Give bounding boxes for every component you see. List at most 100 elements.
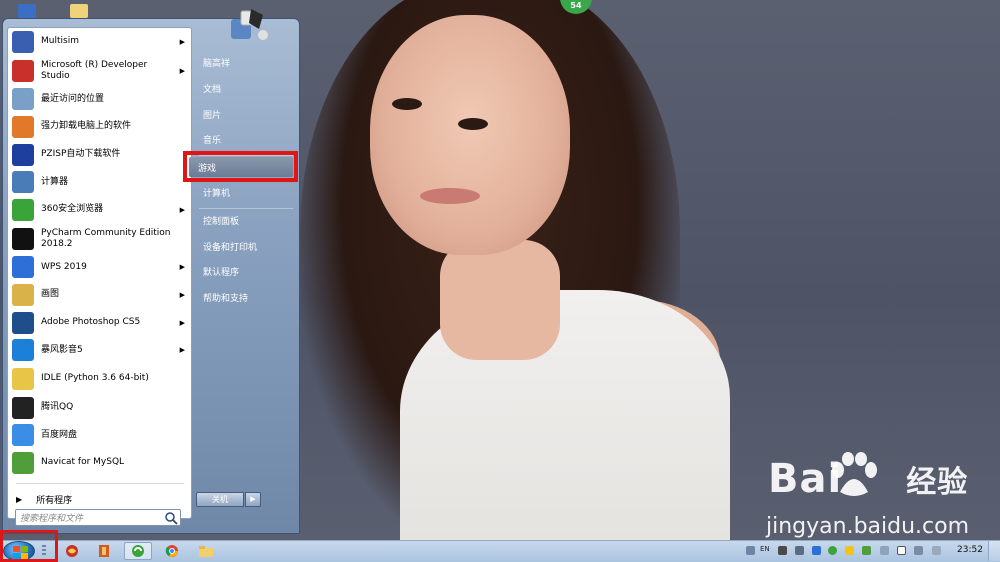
user-picture-icon[interactable] [223, 5, 271, 47]
photoshop-icon [12, 311, 34, 334]
calculator-icon [12, 171, 34, 194]
all-programs-label: 所有程序 [36, 495, 73, 506]
search-placeholder: 搜索程序和文件 [20, 514, 84, 524]
program-label: 强力卸载电脑上的软件 [41, 121, 132, 132]
places-default-programs[interactable]: 默认程序 [201, 262, 296, 284]
program-item[interactable]: IDLE (Python 3.6 64-bit) [8, 364, 191, 394]
program-item[interactable]: 360安全浏览器 ▶ [8, 196, 191, 224]
computer-desktop-icon[interactable] [18, 4, 36, 18]
pycharm-icon [12, 227, 34, 250]
taskbar-chrome[interactable] [158, 542, 186, 560]
places-help-support[interactable]: 帮助和支持 [201, 288, 296, 310]
program-label: PyCharm Community Edition 2018.2 [41, 227, 171, 249]
app-icon [99, 545, 109, 557]
program-label: 百度网盘 [41, 429, 78, 440]
program-item[interactable]: 计算器 [8, 168, 191, 196]
program-label: 暴风影音5 [41, 344, 83, 355]
tray-shield-icon[interactable] [862, 546, 871, 555]
tray-keyboard-icon[interactable] [795, 546, 804, 555]
program-item[interactable]: Adobe Photoshop CS5 ▶ [8, 309, 191, 337]
watermark-url: jingyan.baidu.com [766, 514, 970, 539]
watermark-brand: Bai [768, 456, 843, 502]
program-label: Microsoft (R) Developer Studio [41, 59, 148, 81]
program-item[interactable]: Navicat for MySQL [8, 449, 191, 477]
tray-microphone-icon[interactable] [778, 546, 787, 555]
start-menu-places-pane: 脑高祥 文档 图片 音乐 计算机 控制面板 设备和打印机 默认程序 帮助和支持 [193, 9, 299, 535]
wallpaper-neck [440, 240, 560, 360]
qq-icon [12, 396, 34, 419]
program-label: 最近访问的位置 [41, 93, 105, 104]
submenu-arrow-icon[interactable]: ▶ [180, 206, 185, 214]
taskbar-explorer[interactable] [192, 542, 220, 560]
places-pictures[interactable]: 图片 [201, 105, 296, 127]
paint-icon [12, 283, 34, 306]
tray-app-icon[interactable] [812, 546, 821, 555]
shutdown-options-button[interactable]: ▶ [245, 492, 261, 507]
wallpaper-eye-left [392, 98, 422, 110]
search-icon[interactable] [164, 511, 178, 525]
start-search-input[interactable]: 搜索程序和文件 [15, 509, 181, 526]
program-item[interactable]: 画图 ▶ [8, 281, 191, 309]
tray-security-icon[interactable] [845, 546, 854, 555]
pzisp-icon [12, 143, 34, 166]
program-item[interactable]: 强力卸载电脑上的软件 [8, 113, 191, 141]
wallpaper-lips [420, 188, 480, 204]
shutdown-button[interactable]: 关机 [196, 492, 244, 507]
tray-expand-icon[interactable] [746, 546, 755, 555]
show-desktop-button[interactable] [988, 541, 1000, 561]
program-label: Adobe Photoshop CS5 [41, 317, 141, 328]
program-label: Navicat for MySQL [41, 457, 125, 468]
program-label: 360安全浏览器 [41, 204, 104, 215]
submenu-arrow-icon[interactable]: ▶ [180, 67, 185, 75]
devstudio-icon [12, 59, 34, 82]
multisim-icon [12, 30, 34, 53]
devstudio-icon [66, 545, 78, 557]
recent-places-icon [12, 88, 34, 111]
program-label: PZISP自动下载软件 [41, 149, 121, 160]
places-music[interactable]: 音乐 [201, 130, 296, 152]
taskbar-grip[interactable] [42, 545, 46, 557]
program-label: Multisim [41, 36, 79, 47]
places-documents[interactable]: 文档 [201, 79, 296, 101]
folder-desktop-icon[interactable] [70, 4, 88, 18]
all-programs-button[interactable]: ▶ 所有程序 [12, 490, 187, 508]
idle-python-icon [12, 367, 34, 390]
program-item[interactable]: 腾讯QQ [8, 394, 191, 422]
language-indicator[interactable]: EN [760, 545, 770, 553]
program-item[interactable]: 暴风影音5 ▶ [8, 336, 191, 364]
program-item[interactable]: 百度网盘 [8, 422, 191, 450]
program-item[interactable]: 最近访问的位置 [8, 86, 191, 114]
program-item[interactable]: PZISP自动下载软件 [8, 141, 191, 169]
tray-volume-icon[interactable] [880, 546, 889, 555]
submenu-arrow-icon[interactable]: ▶ [180, 291, 185, 299]
tray-360-icon[interactable] [828, 546, 837, 555]
taskbar-360-browser[interactable] [124, 542, 152, 560]
submenu-arrow-icon[interactable]: ▶ [180, 319, 185, 327]
taskbar-app[interactable] [90, 542, 118, 560]
places-computer[interactable]: 计算机 [201, 183, 296, 205]
tray-flag-icon[interactable] [897, 546, 906, 555]
program-item[interactable]: PyCharm Community Edition 2018.2 [8, 224, 191, 254]
all-programs-arrow-icon: ▶ [16, 494, 23, 504]
start-button-highlight-box [0, 530, 58, 562]
start-menu-programs-pane: Multisim ▶ Microsoft (R) Developer Studio ▶… [7, 27, 192, 519]
program-item[interactable]: Multisim ▶ [8, 28, 191, 56]
browser-360-icon [132, 545, 144, 557]
program-item[interactable]: WPS 2019 ▶ [8, 254, 191, 282]
wallpaper-face [370, 15, 570, 255]
places-control-panel[interactable]: 控制面板 [201, 211, 296, 233]
games-highlight-box [183, 151, 298, 182]
taskbar-devstudio[interactable] [58, 542, 86, 560]
program-label: 腾讯QQ [41, 402, 74, 413]
tray-network-icon[interactable] [914, 546, 923, 555]
submenu-arrow-icon[interactable]: ▶ [180, 38, 185, 46]
program-label: WPS 2019 [41, 261, 87, 272]
places-devices-printers[interactable]: 设备和打印机 [201, 237, 296, 259]
taskbar-clock[interactable]: 23:52 [957, 545, 983, 555]
submenu-arrow-icon[interactable]: ▶ [180, 263, 185, 271]
places-user-folder[interactable]: 脑高祥 [201, 53, 296, 75]
program-label: IDLE (Python 3.6 64-bit) [41, 373, 149, 384]
tray-device-icon[interactable] [932, 546, 941, 555]
submenu-arrow-icon[interactable]: ▶ [180, 346, 185, 354]
program-item[interactable]: Microsoft (R) Developer Studio ▶ [8, 56, 191, 86]
